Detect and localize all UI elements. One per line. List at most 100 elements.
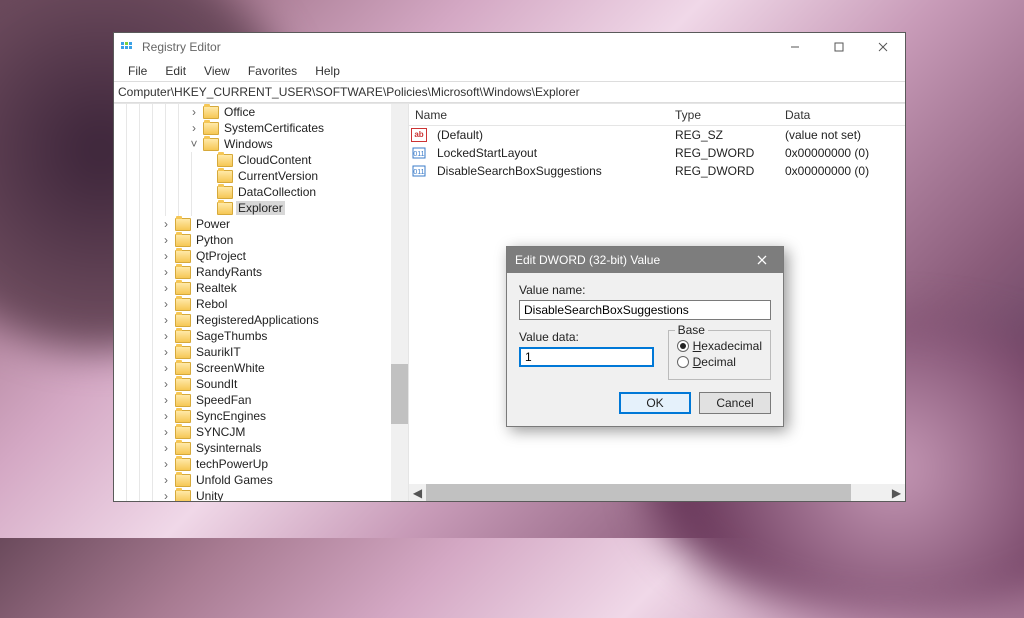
tree-item-label: SaurikIT <box>194 345 243 359</box>
tree-item-label: Rebol <box>194 297 229 311</box>
radio-dec[interactable]: Decimal <box>677 355 762 369</box>
tree-item[interactable]: ›SystemCertificates <box>114 120 408 136</box>
close-button[interactable] <box>861 33 905 61</box>
tree-item[interactable]: › SaurikIT <box>114 344 408 360</box>
svg-text:011: 011 <box>413 151 424 158</box>
chevron-right-icon[interactable]: › <box>160 345 172 359</box>
chevron-right-icon[interactable]: › <box>160 297 172 311</box>
value-data-label: Value data: <box>519 330 654 344</box>
tree-item[interactable]: ›RandyRants <box>114 264 408 280</box>
chevron-right-icon[interactable]: › <box>160 281 172 295</box>
cell-type: REG_DWORD <box>669 146 779 160</box>
tree-item[interactable]: ›Office <box>114 104 408 120</box>
chevron-right-icon[interactable]: › <box>160 425 172 439</box>
tree-scrollbar-thumb[interactable] <box>391 364 408 424</box>
tree-item[interactable]: ›SpeedFan <box>114 392 408 408</box>
maximize-button[interactable] <box>817 33 861 61</box>
tree-item[interactable]: ›techPowerUp <box>114 456 408 472</box>
tree-item[interactable]: DataCollection <box>114 184 408 200</box>
minimize-button[interactable] <box>773 33 817 61</box>
ok-button[interactable]: OK <box>619 392 691 414</box>
chevron-right-icon[interactable]: › <box>160 489 172 501</box>
folder-icon <box>203 138 219 151</box>
key-tree[interactable]: ›Office›SystemCertificates˅ WindowsCloudC… <box>114 104 409 501</box>
chevron-right-icon[interactable]: › <box>160 377 172 391</box>
chevron-right-icon[interactable]: › <box>160 409 172 423</box>
tree-item[interactable]: › ScreenWhite <box>114 360 408 376</box>
value-data-input[interactable] <box>519 347 654 367</box>
tree-item[interactable]: ›SageThumbs <box>114 328 408 344</box>
chevron-right-icon[interactable]: › <box>160 457 172 471</box>
chevron-right-icon[interactable]: › <box>188 121 200 135</box>
tree-item-label: QtProject <box>194 249 248 263</box>
tree-item[interactable]: › Power <box>114 216 408 232</box>
list-hscrollbar[interactable]: ◀ ▶ <box>409 484 905 501</box>
chevron-right-icon[interactable]: › <box>160 441 172 455</box>
chevron-right-icon[interactable]: › <box>188 105 200 119</box>
chevron-right-icon[interactable]: › <box>160 361 172 375</box>
tree-item[interactable]: ›Realtek <box>114 280 408 296</box>
col-data[interactable]: Data <box>779 108 905 122</box>
chevron-right-icon[interactable]: › <box>160 233 172 247</box>
col-name[interactable]: Name <box>409 108 669 122</box>
menu-view[interactable]: View <box>196 62 238 80</box>
tree-item[interactable]: ›SyncEngines <box>114 408 408 424</box>
tree-item[interactable]: ›Unfold Games <box>114 472 408 488</box>
chevron-right-icon[interactable]: › <box>160 329 172 343</box>
cancel-button[interactable]: Cancel <box>699 392 771 414</box>
folder-icon <box>175 442 191 455</box>
chevron-right-icon[interactable]: › <box>160 265 172 279</box>
tree-item-label: Power <box>194 217 232 231</box>
tree-item[interactable]: ›Sysinternals <box>114 440 408 456</box>
dialog-titlebar[interactable]: Edit DWORD (32-bit) Value <box>507 247 783 273</box>
titlebar[interactable]: Registry Editor <box>114 33 905 61</box>
tree-item[interactable]: › Rebol <box>114 296 408 312</box>
tree-item[interactable]: CloudContent <box>114 152 408 168</box>
chevron-right-icon[interactable]: › <box>160 473 172 487</box>
tree-item[interactable]: CurrentVersion <box>114 168 408 184</box>
tree-item[interactable]: ›Python <box>114 232 408 248</box>
col-type[interactable]: Type <box>669 108 779 122</box>
tree-item[interactable]: › QtProject <box>114 248 408 264</box>
cell-name: DisableSearchBoxSuggestions <box>431 164 669 178</box>
menu-edit[interactable]: Edit <box>157 62 194 80</box>
chevron-right-icon[interactable]: › <box>160 249 172 263</box>
tree-item[interactable]: ˅ Windows <box>114 136 408 152</box>
list-row[interactable]: ab(Default)REG_SZ(value not set) <box>409 126 905 144</box>
radio-dec-label: ecimal <box>701 355 736 369</box>
tree-item[interactable]: Explorer <box>114 200 408 216</box>
chevron-down-icon[interactable]: ˅ <box>188 137 200 151</box>
menu-file[interactable]: File <box>120 62 155 80</box>
tree-item[interactable]: › SoundIt <box>114 376 408 392</box>
radio-hex[interactable]: Hexadecimal <box>677 339 762 353</box>
hscroll-left-icon[interactable]: ◀ <box>409 484 426 501</box>
chevron-right-icon[interactable]: › <box>160 393 172 407</box>
list-row[interactable]: 011LockedStartLayoutREG_DWORD0x00000000 … <box>409 144 905 162</box>
chevron-right-icon[interactable]: › <box>160 313 172 327</box>
value-name-input[interactable] <box>519 300 771 320</box>
dialog-title: Edit DWORD (32-bit) Value <box>515 253 749 267</box>
cell-name: (Default) <box>431 128 669 142</box>
tree-item-label: CurrentVersion <box>236 169 320 183</box>
tree-item-label: SYNCJM <box>194 425 247 439</box>
tree-item-label: RegisteredApplications <box>194 313 321 327</box>
address-bar[interactable]: Computer\HKEY_CURRENT_USER\SOFTWARE\Poli… <box>114 81 905 103</box>
folder-icon <box>175 346 191 359</box>
list-header[interactable]: Name Type Data <box>409 104 905 126</box>
menu-help[interactable]: Help <box>307 62 348 80</box>
hscroll-right-icon[interactable]: ▶ <box>888 484 905 501</box>
value-name-label: Value name: <box>519 283 771 297</box>
dialog-close-button[interactable] <box>749 247 775 273</box>
folder-icon <box>175 314 191 327</box>
tree-item[interactable]: ›Unity <box>114 488 408 501</box>
tree-scrollbar[interactable] <box>391 104 408 501</box>
tree-item-label: ScreenWhite <box>194 361 267 375</box>
tree-item[interactable]: › RegisteredApplications <box>114 312 408 328</box>
menu-favorites[interactable]: Favorites <box>240 62 305 80</box>
list-row[interactable]: 011DisableSearchBoxSuggestionsREG_DWORD0… <box>409 162 905 180</box>
tree-item[interactable]: › SYNCJM <box>114 424 408 440</box>
chevron-right-icon[interactable]: › <box>160 217 172 231</box>
hscroll-track[interactable] <box>426 484 888 501</box>
tree-item-label: SoundIt <box>194 377 239 391</box>
tree-item-label: Windows <box>222 137 275 151</box>
